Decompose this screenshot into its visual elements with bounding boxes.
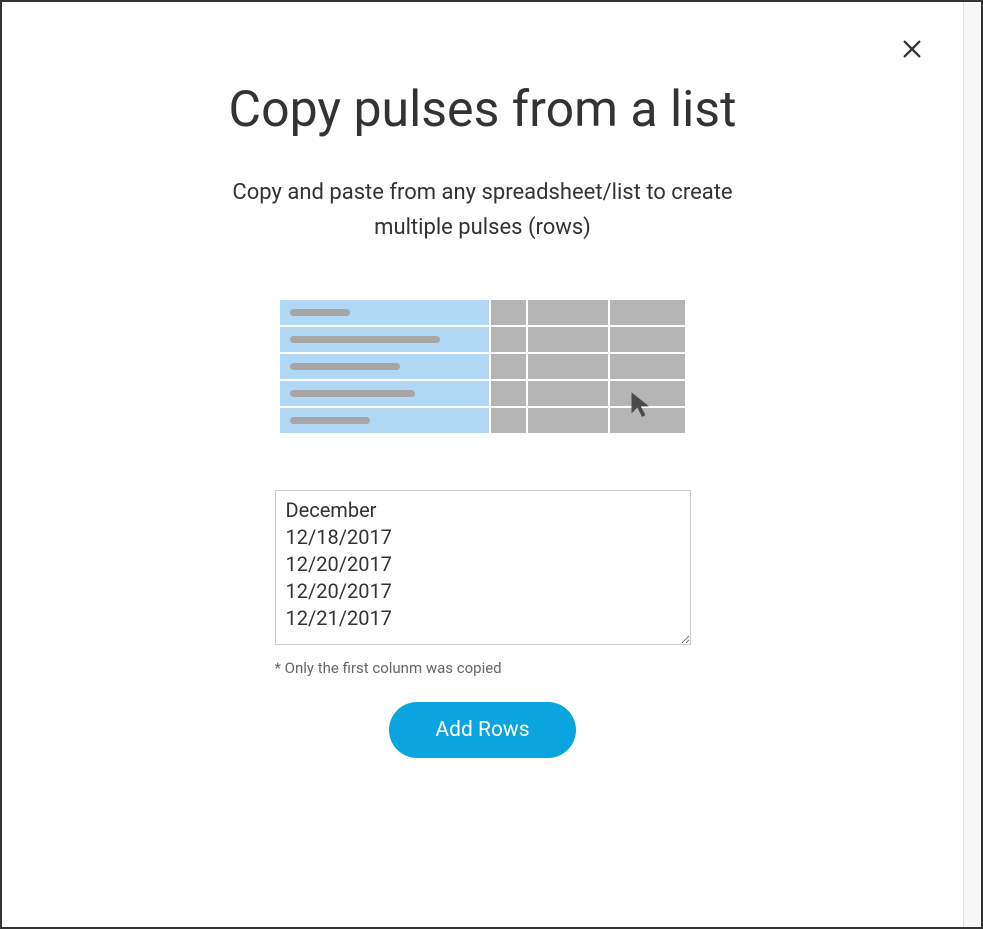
illustration-label-cell <box>280 327 489 352</box>
copy-note: * Only the first colunm was copied <box>275 659 691 677</box>
illustration-data-cell <box>528 300 608 325</box>
modal-title: Copy pulses from a list <box>183 77 783 145</box>
illustration-row <box>280 408 685 433</box>
copy-pulses-modal: Copy pulses from a list Copy and paste f… <box>2 2 963 927</box>
illustration-row <box>280 327 685 352</box>
illustration-data-cell <box>528 354 608 379</box>
illustration-data-cell <box>610 327 685 352</box>
illustration-data-cell <box>491 381 526 406</box>
illustration-data-cell <box>491 408 526 433</box>
modal-subtitle: Copy and paste from any spreadsheet/list… <box>203 175 763 245</box>
illustration-data-cell <box>528 381 608 406</box>
illustration-data-cell <box>610 354 685 379</box>
illustration-label-cell <box>280 300 489 325</box>
illustration-data-cell <box>491 300 526 325</box>
illustration-label-cell <box>280 408 489 433</box>
paste-textarea[interactable] <box>275 490 691 645</box>
illustration-row <box>280 300 685 325</box>
textarea-container: * Only the first colunm was copied Add R… <box>275 490 691 758</box>
illustration-data-cell <box>528 327 608 352</box>
illustration-data-cell <box>610 300 685 325</box>
illustration-data-cell <box>528 408 608 433</box>
add-rows-button[interactable]: Add Rows <box>389 702 575 758</box>
cursor-icon <box>628 390 656 422</box>
illustration-label-cell <box>280 381 489 406</box>
close-button[interactable] <box>897 34 927 67</box>
illustration-label-cell <box>280 354 489 379</box>
spreadsheet-illustration <box>280 300 685 435</box>
illustration-table <box>280 300 685 435</box>
illustration-row <box>280 354 685 379</box>
close-icon <box>901 38 923 63</box>
scrollbar-track <box>963 2 981 927</box>
illustration-data-cell <box>491 327 526 352</box>
illustration-data-cell <box>491 354 526 379</box>
illustration-row <box>280 381 685 406</box>
